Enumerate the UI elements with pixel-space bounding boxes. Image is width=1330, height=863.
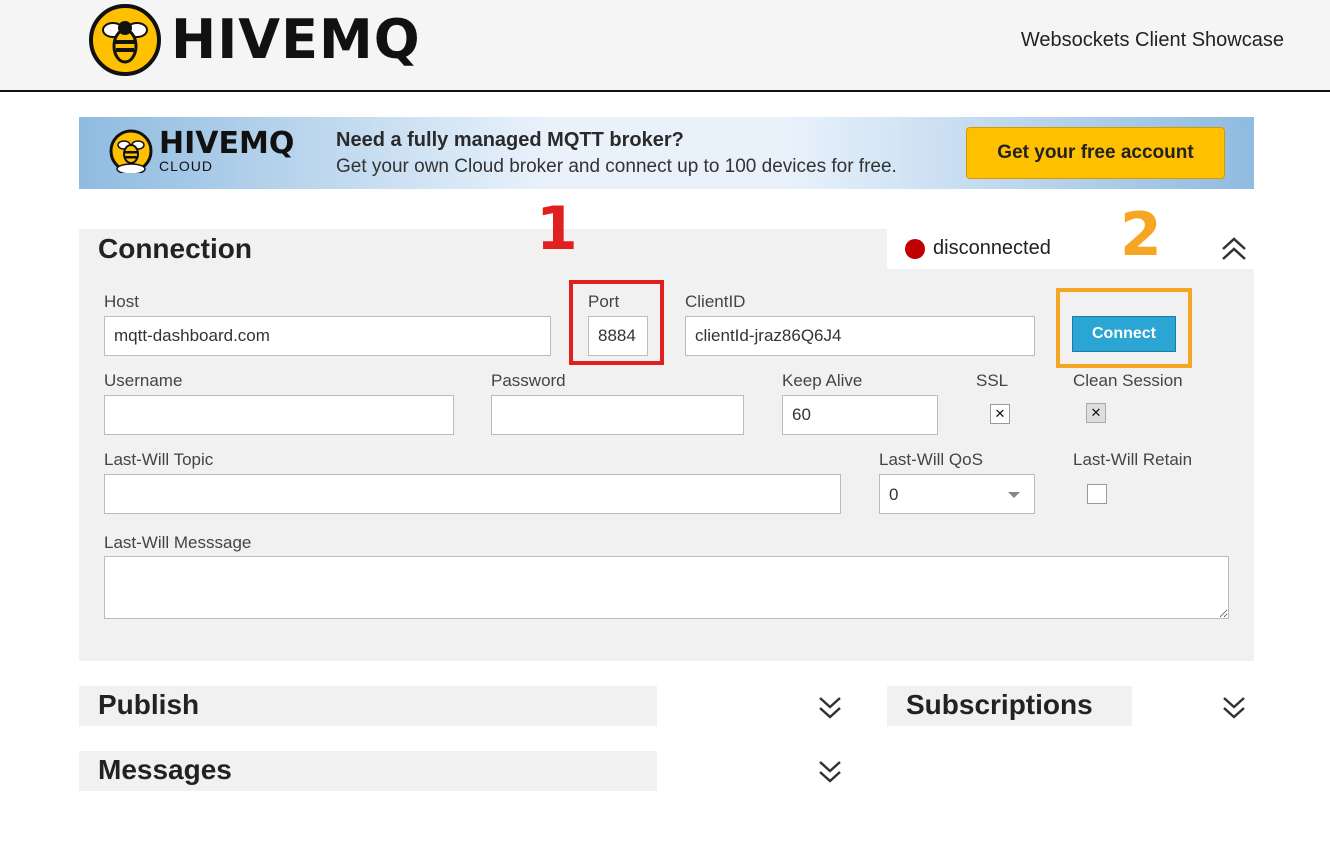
host-input[interactable] xyxy=(104,316,551,356)
password-label: Password xyxy=(491,371,566,390)
hivemq-wordmark: HIVEMQ xyxy=(171,8,421,71)
connection-title: Connection xyxy=(98,233,252,264)
annotation-connect-highlight xyxy=(1056,288,1192,368)
hivemq-logo[interactable]: HIVEMQ xyxy=(89,3,421,77)
lastwill-message-label: Last-Will Messsage xyxy=(104,533,252,552)
clientid-label: ClientID xyxy=(685,292,746,311)
password-input[interactable] xyxy=(491,395,744,435)
messages-section[interactable]: Messages xyxy=(79,751,657,791)
page-header: HIVEMQ Websockets Client Showcase xyxy=(0,0,1330,92)
clean-session-label: Clean Session xyxy=(1073,371,1183,390)
subscriptions-title: Subscriptions xyxy=(906,689,1093,720)
lastwill-retain-checkbox[interactable] xyxy=(1087,484,1107,504)
lastwill-topic-label: Last-Will Topic xyxy=(104,450,214,469)
free-account-button[interactable]: Get your free account xyxy=(966,127,1225,179)
collapse-up-icon[interactable] xyxy=(1219,235,1249,263)
status-text: disconnected xyxy=(933,237,1051,259)
bee-cloud-icon xyxy=(109,129,153,173)
ssl-label: SSL xyxy=(976,371,1009,390)
ssl-checkbox[interactable]: ✕ xyxy=(990,404,1010,424)
clean-session-checkbox[interactable]: ✕ xyxy=(1086,403,1106,423)
messages-title: Messages xyxy=(98,754,232,785)
clientid-input[interactable] xyxy=(685,316,1035,356)
lastwill-qos-select[interactable]: 0 xyxy=(879,474,1035,514)
status-indicator-icon xyxy=(905,239,925,259)
expand-publish-icon[interactable] xyxy=(816,692,844,722)
subscriptions-section[interactable]: Subscriptions xyxy=(887,686,1132,726)
banner-headline: Need a fully managed MQTT broker? xyxy=(336,129,684,151)
connection-status: disconnected xyxy=(887,229,1254,269)
annotation-number-one: 1 xyxy=(536,194,578,264)
hivemq-cloud-logo: HIVEMQ CLOUD xyxy=(109,129,294,173)
expand-subscriptions-icon[interactable] xyxy=(1220,692,1248,722)
host-label: Host xyxy=(104,292,139,311)
annotation-port-highlight xyxy=(569,280,664,365)
expand-messages-icon[interactable] xyxy=(816,756,844,786)
username-label: Username xyxy=(104,371,183,390)
annotation-number-two: 2 xyxy=(1120,200,1162,270)
lastwill-qos-value: 0 xyxy=(889,485,899,504)
lastwill-message-input[interactable] xyxy=(104,556,1229,619)
username-input[interactable] xyxy=(104,395,454,435)
lastwill-qos-label: Last-Will QoS xyxy=(879,450,983,469)
publish-title: Publish xyxy=(98,689,200,720)
cloud-brand: HIVEMQ xyxy=(159,126,295,161)
bee-logo-icon xyxy=(89,4,161,76)
showcase-title: Websockets Client Showcase xyxy=(1020,29,1284,51)
keepalive-label: Keep Alive xyxy=(782,371,863,390)
keepalive-input[interactable] xyxy=(782,395,938,435)
cloud-promo-banner: HIVEMQ CLOUD Need a fully managed MQTT b… xyxy=(79,117,1254,189)
cloud-brand-sub: CLOUD xyxy=(159,158,214,174)
lastwill-retain-label: Last-Will Retain xyxy=(1073,450,1193,469)
chevron-down-icon xyxy=(1008,492,1020,498)
lastwill-topic-input[interactable] xyxy=(104,474,841,514)
publish-section[interactable]: Publish xyxy=(79,686,657,726)
banner-subline: Get your own Cloud broker and connect up… xyxy=(336,156,897,177)
